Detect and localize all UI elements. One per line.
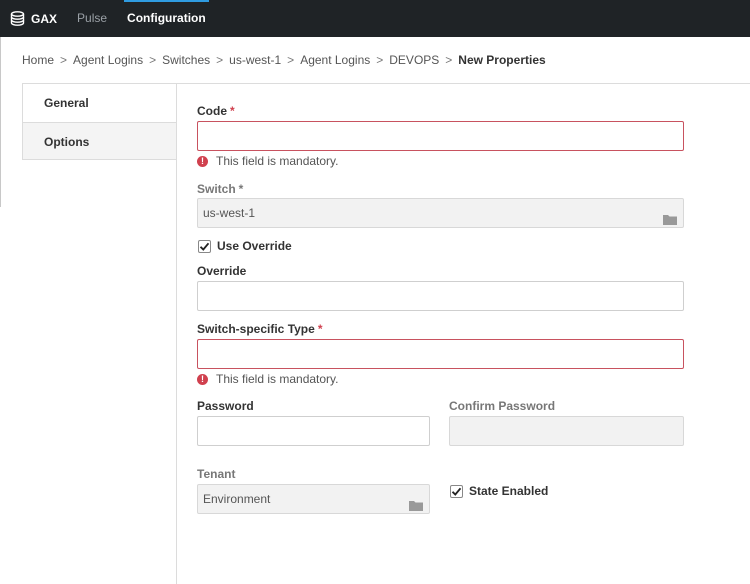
confirm-password-label: Confirm Password [449,399,556,413]
page-edge-divider [0,37,1,207]
override-input[interactable] [197,281,684,311]
breadcrumb-agent-logins-2[interactable]: Agent Logins [300,53,370,67]
app-name: GAX [31,11,58,26]
switch-type-error-text: This field is mandatory. [216,372,339,386]
checkmark-icon [199,242,210,251]
code-label: Code * [197,104,235,118]
tenant-label: Tenant [197,467,236,481]
switch-type-label-text: Switch-specific Type [197,322,315,336]
nav-pulse[interactable]: Pulse [77,0,107,37]
state-enabled-label: State Enabled [469,484,549,498]
confirm-password-input[interactable] [449,416,684,446]
password-input[interactable] [197,416,430,446]
app-logo[interactable]: GAX [10,11,57,26]
section-tabs: General Options [22,84,177,584]
breadcrumb-switch[interactable]: us-west-1 [229,53,281,67]
tab-options[interactable]: Options [22,122,176,160]
breadcrumb-home[interactable]: Home [22,53,54,67]
breadcrumb-separator: > [376,53,384,67]
required-marker: * [230,104,235,118]
breadcrumb-separator: > [287,53,295,67]
override-label: Override [197,264,247,278]
password-label: Password [197,399,254,413]
switch-label: Switch * [197,182,243,196]
breadcrumb-current: New Properties [458,53,546,67]
tenant-value: Environment [203,492,271,506]
switch-type-input[interactable] [197,339,684,369]
breadcrumb-separator: > [216,53,224,67]
switch-field[interactable]: us-west-1 [197,198,684,228]
switch-type-label: Switch-specific Type * [197,322,322,336]
switch-label-text: Switch [197,182,236,196]
code-error-message: ! This field is mandatory. [197,154,339,168]
error-icon: ! [197,373,208,385]
folder-icon[interactable] [409,493,423,521]
code-label-text: Code [197,104,227,118]
top-navigation-bar: GAX Pulse Configuration [0,0,750,37]
database-icon [10,11,25,26]
required-marker: * [317,322,323,336]
required-marker: * [238,182,244,196]
tab-general[interactable]: General [22,84,176,122]
folder-icon[interactable] [663,207,677,235]
nav-configuration[interactable]: Configuration [124,0,209,37]
use-override-checkbox[interactable] [198,239,211,253]
breadcrumb: Home > Agent Logins > Switches > us-west… [22,53,546,67]
state-enabled-checkbox[interactable] [450,484,463,498]
breadcrumb-agent-logins[interactable]: Agent Logins [73,53,143,67]
breadcrumb-separator: > [445,53,453,67]
state-enabled-row: State Enabled [450,484,548,498]
error-icon: ! [197,155,208,167]
use-override-row: Use Override [198,239,292,253]
switch-value: us-west-1 [203,206,256,220]
use-override-label: Use Override [217,239,292,253]
code-error-text: This field is mandatory. [216,154,339,168]
tenant-field[interactable]: Environment [197,484,430,514]
breadcrumb-separator: > [60,53,68,67]
code-input[interactable] [197,121,684,151]
checkmark-icon [451,487,462,496]
switch-type-error-message: ! This field is mandatory. [197,372,339,386]
breadcrumb-switches[interactable]: Switches [162,53,210,67]
breadcrumb-devops[interactable]: DEVOPS [389,53,439,67]
breadcrumb-separator: > [149,53,157,67]
